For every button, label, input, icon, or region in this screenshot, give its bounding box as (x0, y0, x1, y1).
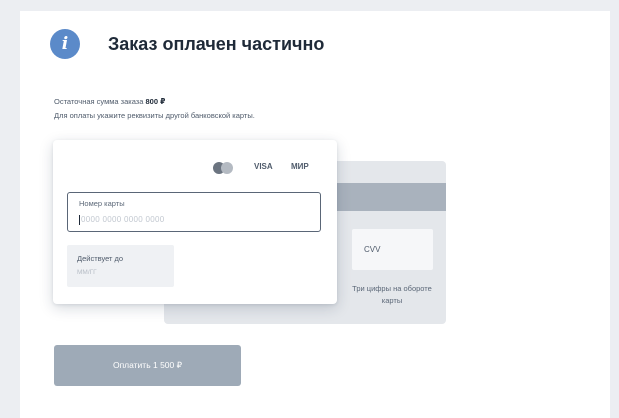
remaining-amount: 800 ₽ (145, 97, 166, 106)
card-number-field[interactable]: Номер карты 0000 0000 0000 0000 (67, 192, 321, 232)
card-number-placeholder: 0000 0000 0000 0000 (81, 215, 165, 224)
card-front: VISA МИР Номер карты 0000 0000 0000 0000… (53, 140, 337, 304)
text-caret (79, 215, 80, 225)
pay-button[interactable]: Оплатить 1 500 ₽ (54, 345, 241, 386)
info-icon: i (50, 29, 80, 59)
mir-logo: МИР (291, 162, 309, 171)
page-title: Заказ оплачен частично (108, 34, 325, 54)
mastercard-icon (213, 162, 235, 174)
card-number-label: Номер карты (79, 199, 125, 208)
cvv-input[interactable]: CVV (352, 229, 433, 270)
visa-logo: VISA (254, 162, 273, 171)
cvv-hint: Три цифры на обороте карты (352, 284, 432, 305)
remaining-label: Остаточная сумма заказа (54, 97, 144, 106)
expiry-field[interactable]: Действует до ММ/ГГ (67, 245, 174, 287)
instruction-text: Для оплаты укажите реквизиты другой банк… (54, 111, 255, 120)
cvv-label: CVV (364, 245, 381, 254)
expiry-label: Действует до (77, 254, 124, 263)
remaining-amount-text: Остаточная сумма заказа 800 ₽ (54, 97, 165, 106)
expiry-placeholder: ММ/ГГ (77, 269, 97, 276)
